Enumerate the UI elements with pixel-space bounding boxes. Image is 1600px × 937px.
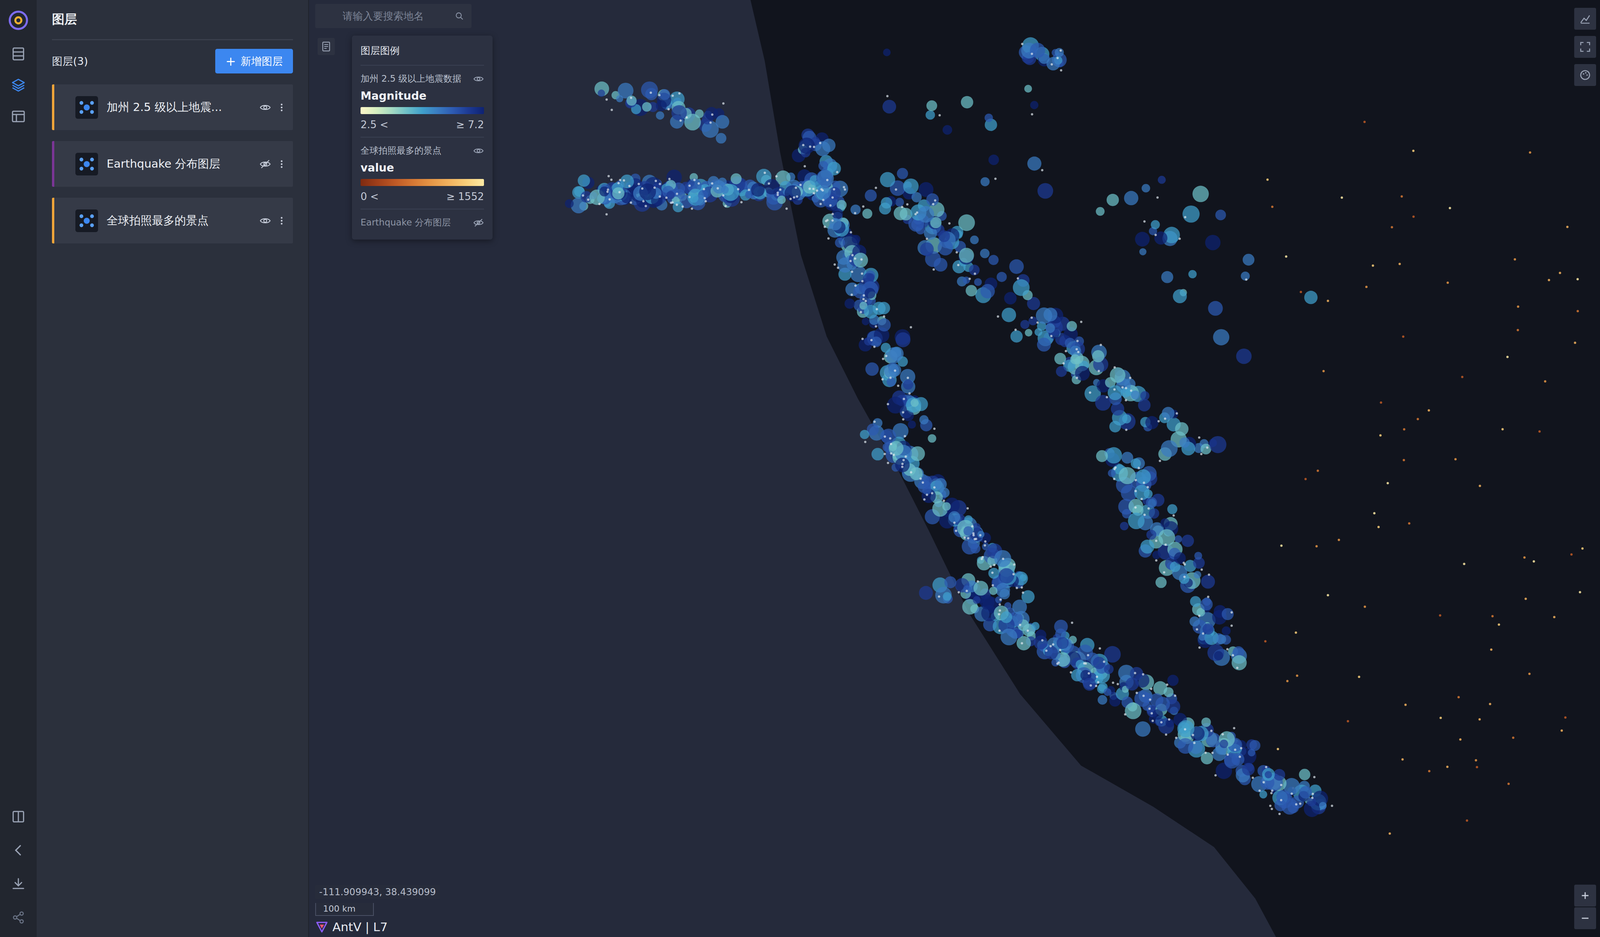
point-layer-icon: [75, 209, 99, 233]
eye-icon[interactable]: [473, 145, 484, 157]
legend-max: ≥ 7.2: [456, 118, 484, 131]
palette-icon: [1578, 68, 1592, 82]
zoom-control: [1574, 884, 1597, 929]
legend-layer-name: 加州 2.5 级以上地震数据: [360, 72, 462, 85]
icon-rail: [0, 0, 37, 937]
scale-bar: 100 km: [315, 902, 374, 916]
legend-min: 2.5 <: [360, 118, 389, 131]
app: 图层图层(3) +新增图层加州 2.5 级以上地震... Earthquake 分布…: [0, 0, 1600, 937]
fullscreen-icon: [1578, 40, 1592, 54]
point-layer-icon: [75, 96, 99, 119]
layer-panel: 图层图层(3) +新增图层加州 2.5 级以上地震... Earthquake 分布…: [36, 0, 309, 937]
legend-icon: [320, 40, 333, 53]
book-icon[interactable]: [10, 808, 27, 825]
more-icon[interactable]: [279, 101, 284, 114]
legend-panel: 图层图例加州 2.5 级以上地震数据 Magnitude 2.5 < ≥ 7.2 全球拍…: [351, 35, 493, 240]
search-bar: [315, 3, 472, 29]
minus-icon: [1578, 911, 1592, 925]
layer-item[interactable]: 加州 2.5 级以上地震...: [51, 84, 293, 131]
legend-field: value: [360, 161, 484, 175]
more-icon[interactable]: [279, 214, 284, 227]
table-icon[interactable]: [10, 46, 27, 62]
legend-item: 加州 2.5 级以上地震数据 Magnitude 2.5 < ≥ 7.2: [360, 65, 484, 138]
layer-list: 加州 2.5 级以上地震... Earthquake 分布图层全球拍照最多的景点: [51, 84, 293, 244]
plus-icon: [1578, 888, 1592, 902]
eye-icon[interactable]: [473, 73, 484, 85]
download-icon[interactable]: [10, 875, 27, 892]
map[interactable]: 图层图例加州 2.5 级以上地震数据 Magnitude 2.5 < ≥ 7.2 全球拍…: [308, 0, 1600, 937]
more-icon[interactable]: [279, 158, 284, 170]
layer-name: 全球拍照最多的景点: [106, 212, 251, 229]
panel-header: 图层(3) +新增图层: [51, 40, 293, 85]
zoom-out-button[interactable]: [1574, 907, 1597, 929]
panel-title: 图层: [51, 10, 293, 41]
eye-icon[interactable]: [259, 214, 272, 227]
measure-icon: [1578, 12, 1592, 26]
fullscreen-button[interactable]: [1574, 35, 1597, 58]
layer-name: 加州 2.5 级以上地震...: [106, 99, 251, 116]
layer-count: 图层(3): [51, 54, 88, 69]
layers-icon[interactable]: [10, 77, 27, 93]
legend-item: Earthquake 分布图层: [360, 209, 484, 235]
zoom-in-button[interactable]: [1574, 884, 1597, 907]
antv-logo-icon: [315, 919, 329, 934]
color-ramp: [360, 178, 484, 186]
legend-title: 图层图例: [360, 44, 484, 66]
eye-icon[interactable]: [259, 101, 272, 114]
collapse-icon[interactable]: [10, 842, 27, 858]
eye-off-icon[interactable]: [259, 158, 272, 170]
search-input[interactable]: [323, 9, 451, 23]
color-ramp: [360, 107, 484, 115]
layer-name: Earthquake 分布图层: [106, 156, 251, 172]
legend-field: Magnitude: [360, 89, 484, 103]
theme-button[interactable]: [1574, 64, 1597, 86]
layout-icon[interactable]: [10, 108, 27, 125]
legend-layer-name: Earthquake 分布图层: [360, 216, 451, 229]
legend-min: 0 <: [360, 190, 379, 203]
map-tools: [1574, 7, 1597, 86]
map-footer: -111.909943, 38.439099 100 km AntV | L7: [315, 884, 440, 934]
antv-logo[interactable]: AntV | L7: [315, 919, 388, 934]
legend-max: ≥ 1552: [446, 190, 484, 203]
legend-item: 全球拍照最多的景点 value 0 < ≥ 1552: [360, 137, 484, 210]
map-canvas[interactable]: [308, 0, 1600, 937]
legend-toggle-button[interactable]: [317, 37, 335, 56]
layer-item[interactable]: 全球拍照最多的景点: [51, 197, 293, 244]
eye-off-icon[interactable]: [473, 217, 484, 229]
cursor-coordinates: -111.909943, 38.439099: [315, 884, 440, 899]
add-layer-button[interactable]: +新增图层: [215, 48, 293, 74]
point-layer-icon: [75, 152, 99, 176]
legend-layer-name: 全球拍照最多的景点: [360, 144, 442, 157]
logo-icon[interactable]: [8, 10, 29, 31]
search-icon[interactable]: [454, 10, 465, 22]
layer-item[interactable]: Earthquake 分布图层: [51, 141, 293, 187]
measure-button[interactable]: [1574, 7, 1597, 30]
share-icon[interactable]: [10, 909, 27, 925]
